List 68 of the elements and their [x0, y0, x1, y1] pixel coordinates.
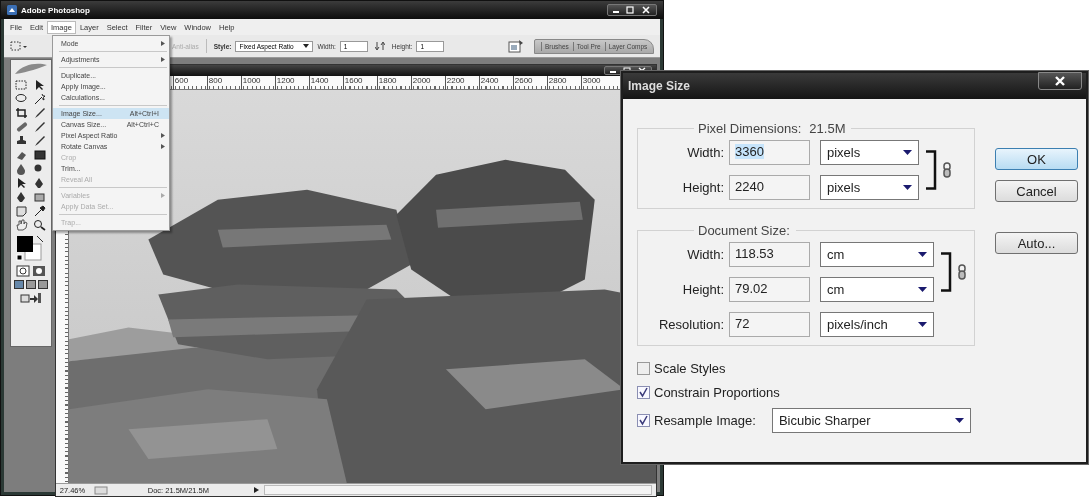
- checkbox-label: Scale Styles: [654, 360, 726, 376]
- input-field[interactable]: 72: [729, 312, 810, 337]
- palette-icon[interactable]: [508, 39, 524, 53]
- group-title: Document Size:: [698, 223, 790, 238]
- caret-icon: [954, 417, 964, 423]
- crop-icon[interactable]: [14, 107, 29, 119]
- maximize-icon[interactable]: [624, 6, 636, 14]
- scrollbar[interactable]: [263, 485, 652, 495]
- hand-icon[interactable]: [14, 219, 29, 231]
- dropper-icon[interactable]: [32, 205, 47, 217]
- field-label: Height:: [681, 180, 725, 195]
- chain-icon: [943, 162, 951, 178]
- caret-icon: [903, 185, 912, 190]
- field-label: Resolution:: [657, 317, 725, 332]
- jump-to-icon[interactable]: [19, 292, 42, 304]
- dialog-button[interactable]: Cancel: [995, 180, 1078, 202]
- play-icon[interactable]: [251, 486, 260, 494]
- lasso-icon[interactable]: [14, 93, 29, 105]
- checkbox-label: Resample Image:: [654, 412, 756, 428]
- unit-dropdown[interactable]: cm: [820, 242, 934, 267]
- input-field[interactable]: 2240: [729, 175, 810, 200]
- link-bracket: [925, 150, 937, 190]
- caret-icon: [303, 44, 310, 48]
- method-dropdown[interactable]: Bicubic Sharper: [771, 407, 971, 433]
- unit-dropdown[interactable]: pixels: [820, 175, 919, 200]
- dialog-button[interactable]: OK: [995, 148, 1078, 170]
- swap-icon[interactable]: [374, 41, 385, 51]
- checkbox[interactable]: [637, 413, 650, 427]
- field-label: Height:: [681, 282, 725, 297]
- close-icon: [1053, 76, 1067, 86]
- caret-icon: [918, 252, 927, 257]
- input-field[interactable]: 3360: [729, 140, 810, 165]
- unit-dropdown[interactable]: cm: [820, 277, 934, 302]
- zoom-icon[interactable]: [32, 219, 47, 231]
- window-title: Adobe Photoshop: [21, 5, 90, 15]
- checkbox[interactable]: [637, 385, 650, 399]
- quick-mask-icon[interactable]: [31, 265, 46, 277]
- note-icon[interactable]: [14, 205, 29, 217]
- screen-mode-icon[interactable]: [25, 280, 36, 289]
- stamp-icon[interactable]: [14, 135, 29, 147]
- field-label: Width:: [686, 145, 725, 160]
- dialog-button[interactable]: Auto...: [995, 232, 1078, 254]
- group-title: Pixel Dimensions:: [698, 121, 802, 136]
- rectangle-icon[interactable]: [32, 191, 47, 203]
- close-button[interactable]: [1038, 72, 1082, 90]
- caret-icon: [918, 322, 927, 327]
- dialog-title: Image Size: [628, 79, 691, 93]
- brush-icon[interactable]: [32, 121, 47, 133]
- unit-dropdown[interactable]: pixels: [820, 140, 919, 165]
- field-label: Width:: [686, 247, 725, 262]
- screen-mode-icon[interactable]: [13, 280, 24, 289]
- marquee-icon[interactable]: [10, 40, 28, 52]
- caret-icon: [918, 287, 927, 292]
- link-bracket: [940, 252, 952, 292]
- eraser-icon[interactable]: [14, 149, 29, 161]
- checkbox[interactable]: [637, 361, 650, 375]
- checkbox-label: Constrain Proportions: [654, 384, 780, 400]
- chain-icon: [958, 264, 966, 280]
- caret-icon: [903, 150, 912, 155]
- standard-mode-icon[interactable]: [15, 265, 30, 277]
- size-value: 21.5M: [809, 121, 846, 136]
- wand-icon[interactable]: [32, 93, 47, 105]
- input-field[interactable]: 118.53: [729, 242, 810, 267]
- app-icon: [7, 5, 17, 15]
- unit-dropdown[interactable]: pixels/inch: [820, 312, 934, 337]
- input-field[interactable]: 79.02: [729, 277, 810, 302]
- screen-mode-icon[interactable]: [37, 280, 48, 289]
- brush-icon[interactable]: [32, 135, 47, 147]
